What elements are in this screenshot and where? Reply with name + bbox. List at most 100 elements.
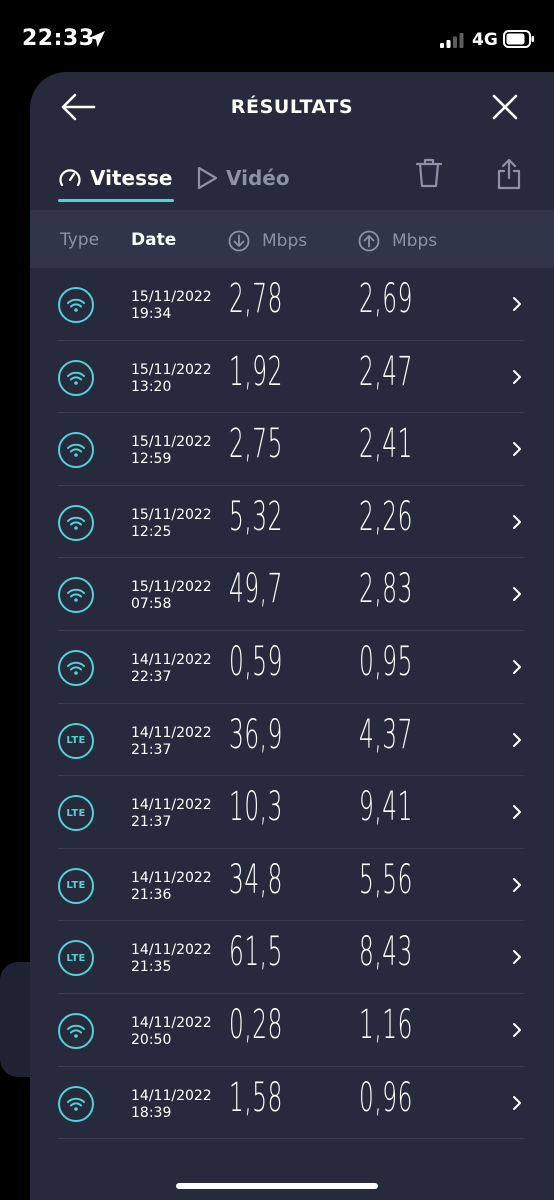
lte-badge-icon: LTE [58, 795, 94, 832]
row-divider [58, 1138, 524, 1140]
upload-speed: 1,16 [359, 1001, 413, 1048]
result-row[interactable]: 15/11/2022 12:59 2,75 2,41 [30, 413, 554, 486]
lte-label: LTE [66, 952, 86, 964]
battery-icon [503, 30, 534, 48]
tab-video[interactable]: Vidéo [196, 162, 290, 194]
result-datetime: 15/11/2022 12:25 [131, 507, 212, 541]
result-datetime: 14/11/2022 20:50 [131, 1015, 212, 1049]
download-speed: 61,5 [229, 929, 283, 976]
chevron-right-icon [513, 659, 521, 674]
trash-icon[interactable] [416, 158, 442, 188]
result-time: 21:36 [131, 886, 172, 903]
result-date: 14/11/2022 [131, 651, 212, 668]
result-row[interactable]: LTE 14/11/2022 21:37 36,9 4,37 [30, 704, 554, 777]
lte-badge-icon: LTE [58, 867, 94, 904]
download-speed: 2,78 [229, 276, 283, 322]
result-row[interactable]: 15/11/2022 13:20 1,92 2,47 [30, 341, 554, 414]
result-date: 15/11/2022 [131, 434, 212, 451]
header-download[interactable]: Mbps [228, 230, 307, 252]
download-speed: 5,32 [229, 493, 283, 540]
result-time: 21:35 [131, 959, 172, 976]
result-date: 15/11/2022 [131, 579, 212, 596]
result-date: 14/11/2022 [131, 1014, 212, 1031]
result-datetime: 14/11/2022 18:39 [131, 1088, 212, 1122]
wifi-badge-icon [58, 432, 94, 469]
upload-speed: 2,69 [359, 276, 413, 322]
result-row[interactable]: 15/11/2022 12:25 5,32 2,26 [30, 486, 554, 559]
result-row[interactable]: 14/11/2022 20:50 0,28 1,16 [30, 994, 554, 1067]
result-datetime: 14/11/2022 21:37 [131, 725, 212, 759]
result-row[interactable]: 14/11/2022 18:39 1,58 0,96 [30, 1067, 554, 1140]
wifi-icon [67, 661, 85, 675]
upload-speed: 0,96 [359, 1074, 413, 1121]
chevron-right-icon [513, 442, 521, 457]
result-row[interactable]: LTE 14/11/2022 21:35 61,5 8,43 [30, 921, 554, 994]
result-datetime: 15/11/2022 13:20 [131, 362, 212, 396]
download-speed: 49,7 [229, 566, 283, 613]
header-date[interactable]: Date [131, 230, 176, 250]
chevron-right-icon [513, 732, 521, 747]
wifi-badge-icon [58, 504, 94, 541]
upload-speed: 0,95 [359, 638, 413, 685]
wifi-icon [67, 444, 85, 457]
speedometer-icon [59, 169, 81, 187]
upload-speed: 2,41 [359, 421, 413, 468]
chevron-right-icon [513, 805, 521, 820]
result-date: 14/11/2022 [131, 724, 212, 741]
chevron-right-icon [513, 514, 521, 529]
result-datetime: 14/11/2022 21:36 [131, 870, 212, 904]
download-speed: 34,8 [229, 856, 283, 903]
lte-label: LTE [66, 807, 86, 819]
result-time: 12:59 [131, 451, 172, 468]
wifi-icon [67, 371, 85, 385]
result-row[interactable]: 14/11/2022 22:37 0,59 0,95 [30, 631, 554, 704]
result-time: 22:37 [131, 668, 172, 685]
result-datetime: 14/11/2022 21:37 [131, 797, 212, 831]
header-upload[interactable]: Mbps [358, 230, 437, 252]
header-download-label: Mbps [262, 231, 308, 251]
network-type: 4G [472, 30, 498, 50]
wifi-icon [67, 589, 85, 603]
tab-vitesse-label: Vitesse [90, 166, 173, 190]
lte-badge-icon: LTE [58, 940, 94, 977]
close-icon[interactable] [492, 94, 518, 120]
result-datetime: 15/11/2022 19:34 [131, 289, 212, 323]
header-type[interactable]: Type [60, 230, 99, 250]
chevron-right-icon [513, 297, 521, 311]
result-time: 21:37 [131, 741, 172, 758]
download-speed: 1,58 [229, 1074, 283, 1121]
result-row[interactable]: LTE 14/11/2022 21:37 10,3 9,41 [30, 776, 554, 849]
result-date: 15/11/2022 [131, 506, 212, 523]
download-speed: 1,92 [229, 348, 283, 395]
results-sheet: RÉSULTATS Vitesse Vidéo Type Date Mbps M… [30, 72, 554, 1200]
wifi-badge-icon [58, 1012, 94, 1049]
download-speed: 0,28 [229, 1001, 283, 1048]
share-icon[interactable] [496, 158, 522, 190]
result-date: 15/11/2022 [131, 361, 212, 378]
result-date: 14/11/2022 [131, 797, 212, 814]
upload-speed: 2,83 [359, 566, 413, 613]
play-icon [197, 166, 218, 190]
upload-speed: 9,41 [359, 784, 413, 831]
tab-bar: Vitesse Vidéo [30, 152, 554, 202]
result-datetime: 14/11/2022 22:37 [131, 652, 212, 686]
home-indicator[interactable] [176, 1183, 378, 1189]
wifi-icon [67, 298, 85, 312]
result-row[interactable]: 15/11/2022 07:58 49,7 2,83 [30, 558, 554, 631]
result-time: 20:50 [131, 1031, 172, 1048]
top-bar: RÉSULTATS [30, 72, 554, 142]
result-datetime: 15/11/2022 07:58 [131, 579, 212, 613]
lte-label: LTE [66, 735, 86, 747]
download-speed: 0,59 [229, 638, 283, 685]
wifi-icon [67, 516, 85, 530]
location-arrow-icon [89, 31, 105, 47]
tab-vitesse[interactable]: Vitesse [58, 162, 175, 202]
page-title: RÉSULTATS [230, 96, 354, 118]
result-datetime: 14/11/2022 21:35 [131, 942, 212, 976]
result-time: 13:20 [131, 378, 172, 395]
wifi-badge-icon [58, 287, 94, 323]
result-time: 07:58 [131, 596, 172, 613]
result-row[interactable]: 15/11/2022 19:34 2,78 2,69 [30, 268, 554, 341]
result-date: 14/11/2022 [131, 1087, 212, 1104]
result-row[interactable]: LTE 14/11/2022 21:36 34,8 5,56 [30, 849, 554, 922]
